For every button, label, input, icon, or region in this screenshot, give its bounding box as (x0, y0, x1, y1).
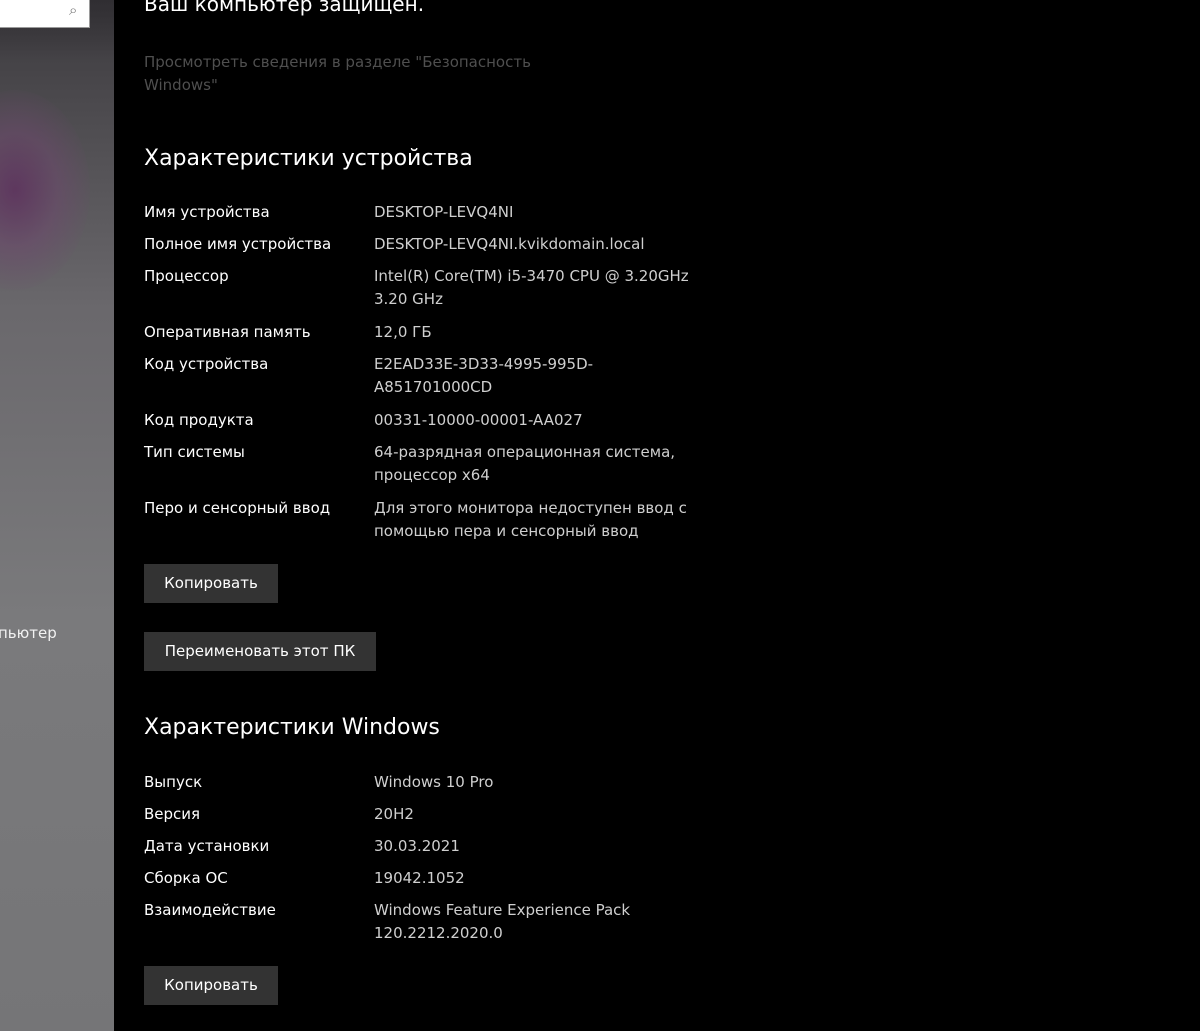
copy-device-specs-button[interactable]: Копировать (144, 564, 278, 603)
protection-status-title: Ваш компьютер защищен. (144, 0, 425, 16)
sidebar-item-label: пьютер (0, 624, 57, 642)
os-build-value: 19042.1052 (374, 869, 465, 887)
version-value: 20H2 (374, 805, 414, 823)
rename-pc-button[interactable]: Переименовать этот ПК (144, 632, 376, 671)
copy-windows-specs-button[interactable]: Копировать (144, 966, 278, 1005)
product-id-value: 00331-10000-00001-AA027 (374, 411, 583, 429)
windows-specs-title: Характеристики Windows (144, 715, 440, 740)
product-id-label: Код продукта (144, 411, 254, 429)
search-input[interactable]: ⌕ (0, 0, 90, 28)
sidebar-acrylic-blur (0, 90, 90, 290)
processor-value: Intel(R) Core(TM) i5-3470 CPU @ 3.20GHz … (374, 267, 689, 308)
device-id-label: Код устройства (144, 355, 269, 373)
ram-value: 12,0 ГБ (374, 323, 432, 341)
device-name-value: DESKTOP-LEVQ4NI (374, 203, 514, 221)
device-id-value: E2EAD33E-3D33-4995-995D-A851701000CD (374, 355, 594, 396)
system-type-value: 64-разрядная операционная система, проце… (374, 443, 676, 484)
pen-touch-label: Перо и сенсорный ввод (144, 499, 331, 517)
settings-about-window: ⌕ пьютер Ваш компьютер защищен. Просмотр… (0, 0, 1200, 1031)
edition-value: Windows 10 Pro (374, 773, 494, 791)
main-content: Ваш компьютер защищен. Просмотреть сведе… (114, 0, 1200, 1031)
windows-security-link[interactable]: Просмотреть сведения в разделе "Безопасн… (144, 51, 564, 97)
os-build-label: Сборка ОС (144, 869, 228, 887)
device-name-label: Имя устройства (144, 203, 270, 221)
pen-touch-value: Для этого монитора недоступен ввод с пом… (374, 499, 687, 540)
processor-label: Процессор (144, 267, 229, 285)
sidebar: ⌕ пьютер (0, 0, 114, 1031)
system-type-label: Тип системы (144, 443, 245, 461)
install-date-label: Дата установки (144, 837, 270, 855)
full-device-name-value: DESKTOP-LEVQ4NI.kvikdomain.local (374, 235, 645, 253)
experience-value: Windows Feature Experience Pack 120.2212… (374, 901, 631, 942)
experience-label: Взаимодействие (144, 901, 276, 919)
device-specs-title: Характеристики устройства (144, 146, 473, 171)
ram-label: Оперативная память (144, 323, 311, 341)
search-icon[interactable]: ⌕ (69, 3, 81, 18)
edition-label: Выпуск (144, 773, 203, 791)
install-date-value: 30.03.2021 (374, 837, 460, 855)
full-device-name-label: Полное имя устройства (144, 235, 332, 253)
version-label: Версия (144, 805, 201, 823)
sidebar-item-computer[interactable]: пьютер (0, 624, 114, 646)
